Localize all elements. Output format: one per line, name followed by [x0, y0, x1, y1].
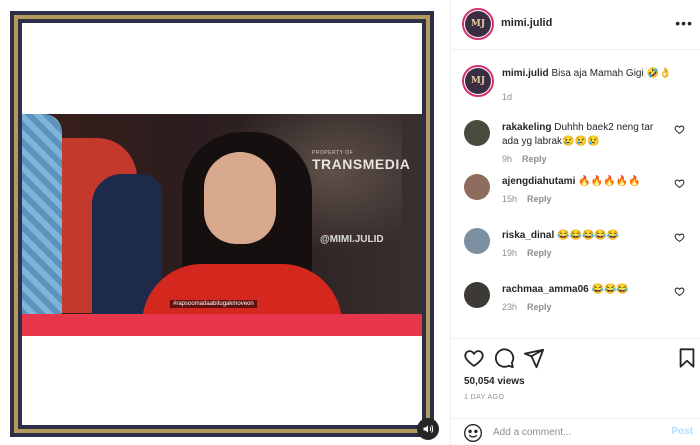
view-count[interactable]: 50,054 views [464, 376, 525, 387]
comment-body: 🔥🔥🔥🔥🔥 [578, 176, 641, 187]
commenter-username[interactable]: ajengdiahutami [502, 176, 575, 187]
instagram-post-window: PROPERTY OF TRANSMEDIA @MIMI.JULID #raps… [0, 0, 700, 445]
caption-text: Bisa aja Mamah Gigi 🤣👌 [551, 68, 672, 79]
comment-like-icon[interactable] [674, 286, 685, 297]
comment-meta: 15h Reply [502, 194, 562, 204]
heart-icon[interactable] [463, 347, 485, 369]
post-media: PROPERTY OF TRANSMEDIA @MIMI.JULID #raps… [0, 0, 450, 445]
commenter-avatar[interactable] [464, 174, 490, 200]
comment-text-block: riska_dinal 😂😂😂😂😂 [502, 229, 672, 243]
comment-like-icon[interactable] [674, 124, 685, 135]
commenter-avatar[interactable] [464, 120, 490, 146]
post-date[interactable]: 1 DAY AGO [464, 394, 504, 401]
share-icon[interactable] [523, 347, 545, 369]
action-bar: 50,054 views 1 DAY AGO [451, 338, 700, 404]
avatar-monogram: MJ [465, 11, 491, 37]
add-comment-bar: Post [451, 418, 700, 445]
post-header: MJ mimi.julid ••• [451, 0, 700, 50]
comment-time[interactable]: 23h [502, 302, 517, 312]
comment-text-block: ajengdiahutami 🔥🔥🔥🔥🔥 [502, 175, 672, 189]
reply-button[interactable]: Reply [522, 154, 547, 164]
comment-icon[interactable] [493, 347, 515, 369]
commenter-username[interactable]: riska_dinal [502, 230, 554, 241]
reply-button[interactable]: Reply [527, 302, 552, 312]
comment-meta: 19h Reply [502, 248, 562, 258]
comment-text-block: rachmaa_amma06 😂😂😂 [502, 283, 672, 297]
comments-scroll-area[interactable]: MJ mimi.julid Bisa aja Mamah Gigi 🤣👌 1d … [451, 50, 700, 338]
caption-line: mimi.julid Bisa aja Mamah Gigi 🤣👌 [502, 68, 671, 79]
comment-item: rakakeling Duhhh baek2 neng tar ada yg l… [451, 118, 700, 174]
post-side-panel: MJ mimi.julid ••• MJ mimi.julid Bisa aja… [450, 0, 700, 445]
reply-button[interactable]: Reply [527, 248, 552, 258]
sound-toggle-button[interactable] [417, 418, 439, 440]
comment-time[interactable]: 19h [502, 248, 517, 258]
commenter-avatar[interactable] [464, 282, 490, 308]
more-horizontal-icon[interactable]: ••• [675, 15, 693, 31]
comment-meta: 9h Reply [502, 154, 557, 164]
comment-text-block: rakakeling Duhhh baek2 neng tar ada yg l… [502, 121, 672, 149]
commenter-username[interactable]: rachmaa_amma06 [502, 284, 589, 295]
reply-button[interactable]: Reply [527, 194, 552, 204]
commenter-avatar[interactable] [464, 228, 490, 254]
comment-body: 😂😂😂 [591, 284, 629, 295]
bookmark-icon[interactable] [676, 347, 698, 369]
caption-time[interactable]: 1d [502, 92, 512, 102]
commenter-username[interactable]: rakakeling [502, 122, 551, 133]
set-red-bar [22, 314, 422, 336]
speaker-icon [423, 425, 434, 433]
caption-avatar[interactable]: MJ [462, 65, 494, 97]
comment-input[interactable] [493, 424, 653, 440]
caption-username[interactable]: mimi.julid [502, 68, 549, 79]
post-comment-button[interactable]: Post [671, 426, 693, 437]
media-canvas[interactable]: PROPERTY OF TRANSMEDIA @MIMI.JULID #raps… [22, 23, 422, 425]
video-frame[interactable]: PROPERTY OF TRANSMEDIA @MIMI.JULID #raps… [22, 114, 422, 336]
comment-item: riska_dinal 😂😂😂😂😂 19h Reply [451, 226, 700, 282]
comment-meta: 23h Reply [502, 302, 562, 312]
comment-like-icon[interactable] [674, 232, 685, 243]
account-watermark: @MIMI.JULID [320, 234, 384, 245]
comment-like-icon[interactable] [674, 178, 685, 189]
emoji-icon[interactable] [463, 423, 483, 443]
comment-item: ajengdiahutami 🔥🔥🔥🔥🔥 15h Reply [451, 172, 700, 228]
transmedia-logo: TRANSMEDIA [312, 156, 411, 172]
header-avatar[interactable]: MJ [462, 8, 494, 40]
avatar-monogram: MJ [465, 68, 491, 94]
woman-face [204, 152, 276, 244]
comment-time[interactable]: 15h [502, 194, 517, 204]
header-username[interactable]: mimi.julid [501, 17, 552, 29]
comment-time[interactable]: 9h [502, 154, 512, 164]
comment-item: rachmaa_amma06 😂😂😂 23h Reply [451, 280, 700, 336]
left-person-scarf [22, 114, 62, 324]
comment-body: 😂😂😂😂😂 [557, 230, 620, 241]
video-hashtag-caption: #rapsoomadaabitugakmoveon [170, 300, 257, 308]
